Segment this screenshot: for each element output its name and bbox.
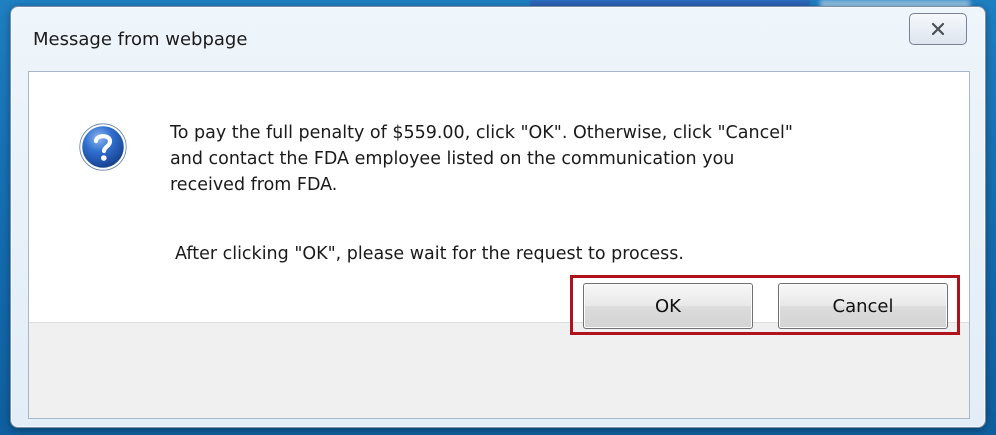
ok-button[interactable]: OK xyxy=(583,283,753,329)
message-note: After clicking "OK", please wait for the… xyxy=(175,244,684,264)
message-line-3: received from FDA. xyxy=(170,175,338,195)
dialog-content: To pay the full penalty of $559.00, clic… xyxy=(28,71,970,419)
cancel-button[interactable]: Cancel xyxy=(778,283,948,329)
message-line-2: and contact the FDA employee listed on t… xyxy=(170,149,735,169)
message-line-1: To pay the full penalty of $559.00, clic… xyxy=(170,123,793,143)
question-icon xyxy=(79,123,127,171)
dialog-title: Message from webpage xyxy=(33,29,248,50)
dialog-titlebar: Message from webpage xyxy=(11,7,985,59)
button-area xyxy=(29,322,969,418)
close-button[interactable] xyxy=(909,13,967,45)
message-text: To pay the full penalty of $559.00, clic… xyxy=(170,120,930,198)
close-icon xyxy=(931,22,945,36)
message-dialog: Message from webpage To pay the full pen… xyxy=(10,6,986,428)
